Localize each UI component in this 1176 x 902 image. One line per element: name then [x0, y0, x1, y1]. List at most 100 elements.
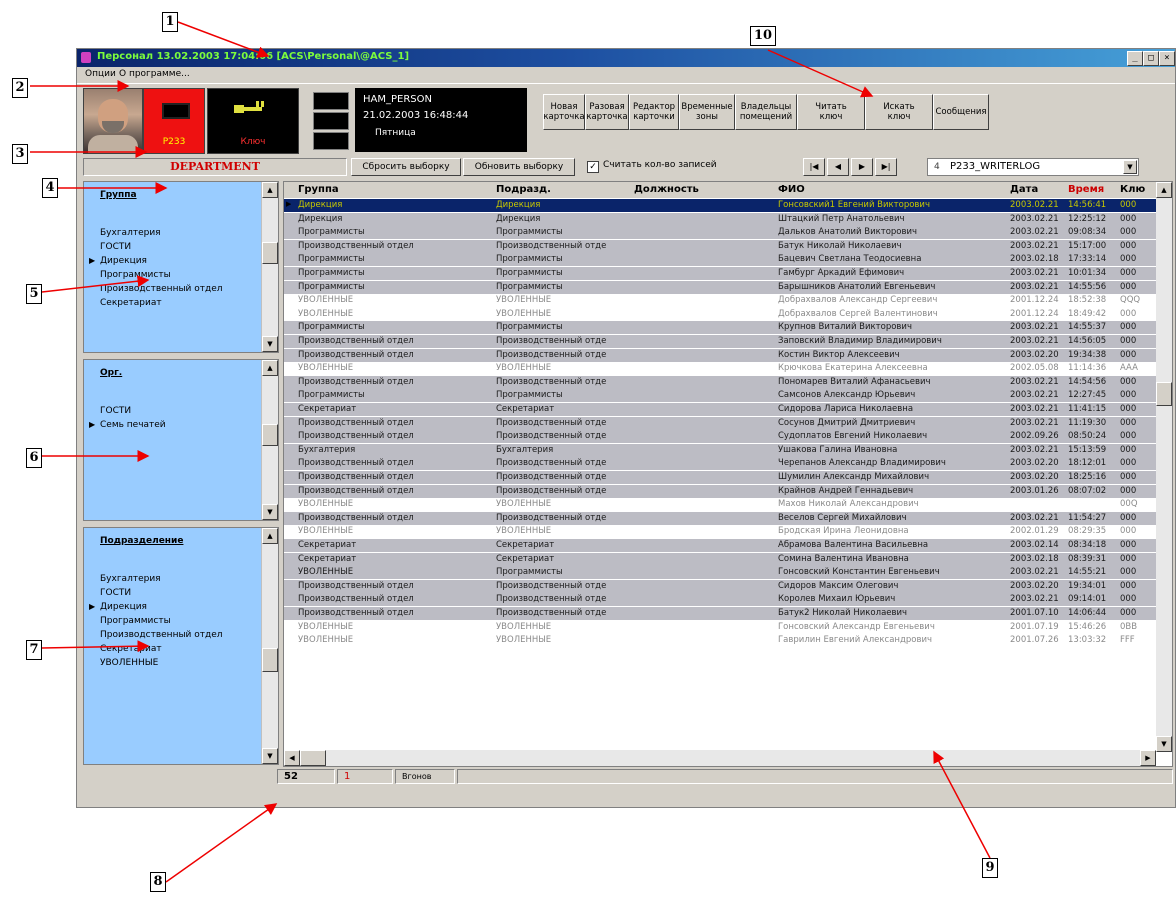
reset-selection-button[interactable]: Сбросить выборку	[351, 158, 461, 176]
room-owners-button[interactable]: Владельцы помещений	[735, 94, 797, 130]
grid-vertical-scrollbar[interactable]: ▲ ▼	[1156, 182, 1172, 752]
column-header-key[interactable]: Клю	[1120, 184, 1145, 195]
key-indicator[interactable]: Ключ	[207, 88, 299, 154]
new-card-button[interactable]: Новая карточка	[543, 94, 585, 130]
first-record-button[interactable]: |◀	[803, 158, 825, 176]
list-item[interactable]: ГОСТИ	[100, 406, 131, 416]
scroll-up-icon[interactable]: ▲	[262, 182, 278, 198]
table-row[interactable]: Производственный отдел Производственный о…	[284, 335, 1156, 348]
table-row[interactable]: Программисты Программисты Дальков Анатолий…	[284, 226, 1156, 240]
panel-scrollbar[interactable]: ▲ ▼	[261, 528, 278, 764]
count-records-checkbox[interactable]: ✓	[587, 161, 599, 173]
table-row[interactable]: Производственный отдел Производственный о…	[284, 484, 1156, 498]
list-item[interactable]: Секретариат	[100, 644, 162, 654]
scroll-thumb[interactable]	[300, 750, 326, 766]
list-item[interactable]: ГОСТИ	[100, 242, 131, 252]
scroll-right-icon[interactable]: ▶	[1140, 750, 1156, 766]
scroll-thumb[interactable]	[262, 242, 278, 264]
list-item[interactable]: Бухгалтерия	[100, 228, 161, 238]
group-filter-panel[interactable]: Группа Бухгалтерия ГОСТИ ▶ Дирекция Прог…	[83, 181, 279, 353]
next-record-button[interactable]: ▶	[851, 158, 873, 176]
table-row[interactable]: Бухгалтерия Бухгалтерия Ушакова Галина Ива…	[284, 443, 1156, 457]
table-row[interactable]: Производственный отдел Производственный о…	[284, 348, 1156, 362]
column-header-fio[interactable]: ФИО	[778, 184, 805, 195]
table-row[interactable]: УВОЛЕННЫЕ УВОЛЕННЫЕ Добрахвалов Сергей Вал…	[284, 307, 1156, 321]
table-row[interactable]: Производственный отдел Производственный о…	[284, 375, 1156, 389]
scroll-thumb[interactable]	[262, 424, 278, 446]
scroll-down-icon[interactable]: ▼	[262, 336, 278, 352]
scroll-down-icon[interactable]: ▼	[262, 504, 278, 520]
division-panel-header[interactable]: Подразделение	[100, 536, 183, 546]
scroll-thumb[interactable]	[1156, 382, 1172, 406]
table-row[interactable]: УВОЛЕННЫЕ УВОЛЕННЫЕ Гаврилин Евгений Алекс…	[284, 634, 1156, 648]
list-item[interactable]: Производственный отдел	[100, 284, 223, 294]
table-row[interactable]: Программисты Программисты Самсонов Алексан…	[284, 389, 1156, 403]
card-editor-button[interactable]: Редактор карточки	[629, 94, 679, 130]
maximize-button[interactable]: □	[1143, 51, 1159, 66]
table-row[interactable]: Производственный отдел Производственный о…	[284, 471, 1156, 484]
scroll-up-icon[interactable]: ▲	[262, 528, 278, 544]
group-panel-header[interactable]: Группа	[100, 190, 137, 200]
table-row[interactable]: УВОЛЕННЫЕ УВОЛЕННЫЕ Крючкова Екатерина Але…	[284, 362, 1156, 376]
scroll-left-icon[interactable]: ◀	[284, 750, 300, 766]
list-item[interactable]: Дирекция	[100, 602, 147, 612]
list-item[interactable]: Семь печатей	[100, 420, 166, 430]
scroll-up-icon[interactable]: ▲	[1156, 182, 1172, 198]
table-row[interactable]: Секретариат Секретариат Абрамова Валентина…	[284, 539, 1156, 552]
column-header-time[interactable]: Время	[1068, 184, 1104, 195]
scroll-down-icon[interactable]: ▼	[262, 748, 278, 764]
scroll-down-icon[interactable]: ▼	[1156, 736, 1172, 752]
table-row[interactable]: ▶ Дирекция Дирекция Гонсовский1 Евгений Вик…	[284, 199, 1156, 212]
chevron-down-icon[interactable]: ▼	[1123, 160, 1137, 174]
table-row[interactable]: Производственный отдел Производственный о…	[284, 511, 1156, 525]
table-row[interactable]: УВОЛЕННЫЕ УВОЛЕННЫЕ Махов Николай Александ…	[284, 498, 1156, 512]
org-panel-header[interactable]: Орг.	[100, 368, 122, 378]
column-header-position[interactable]: Должность	[634, 184, 699, 195]
column-header-division[interactable]: Подразд.	[496, 184, 551, 195]
list-item[interactable]: Дирекция	[100, 256, 147, 266]
list-item[interactable]: Программисты	[100, 270, 171, 280]
table-row[interactable]: Производственный отдел Производственный о…	[284, 239, 1156, 253]
records-grid[interactable]: Группа Подразд. Должность ФИО Дата Время…	[283, 181, 1173, 767]
table-row[interactable]: Дирекция Дирекция Штацкий Петр Анатольевич…	[284, 212, 1156, 226]
table-row[interactable]: Программисты Программисты Крупнов Виталий …	[284, 321, 1156, 335]
table-row[interactable]: Программисты Программисты Гамбург Аркадий …	[284, 267, 1156, 280]
table-row[interactable]: Секретариат Секретариат Сомина Валентина И…	[284, 552, 1156, 566]
onetime-card-button[interactable]: Разовая карточка	[585, 94, 629, 130]
minimize-button[interactable]: _	[1127, 51, 1143, 66]
column-header-date[interactable]: Дата	[1010, 184, 1038, 195]
list-item[interactable]: Производственный отдел	[100, 630, 223, 640]
title-bar[interactable]: Персонал 13.02.2003 17:04:06 [ACS\Person…	[77, 49, 1175, 67]
grid-horizontal-scrollbar[interactable]: ◀ ▶	[284, 750, 1156, 766]
time-zones-button[interactable]: Временные зоны	[679, 94, 735, 130]
last-record-button[interactable]: ▶|	[875, 158, 897, 176]
table-row[interactable]: Производственный отдел Производственный о…	[284, 416, 1156, 430]
table-row[interactable]: УВОЛЕННЫЕ Программисты Гонсовский Констант…	[284, 566, 1156, 580]
menu-about[interactable]: О программе...	[119, 69, 190, 79]
table-row[interactable]: Производственный отдел Производственный о…	[284, 430, 1156, 444]
menu-options[interactable]: Опции	[85, 69, 116, 79]
table-row[interactable]: УВОЛЕННЫЕ УВОЛЕННЫЕ Гонсовский Александр Е…	[284, 620, 1156, 634]
log-table-select[interactable]: 4 P233_WRITERLOG ▼	[927, 158, 1139, 176]
list-item[interactable]: Бухгалтерия	[100, 574, 161, 584]
scroll-up-icon[interactable]: ▲	[262, 360, 278, 376]
close-button[interactable]: ×	[1159, 51, 1175, 66]
table-row[interactable]: Производственный отдел Производственный о…	[284, 593, 1156, 607]
list-item[interactable]: Программисты	[100, 616, 171, 626]
table-row[interactable]: Производственный отдел Производственный о…	[284, 607, 1156, 620]
table-row[interactable]: УВОЛЕННЫЕ УВОЛЕННЫЕ Бродская Ирина Леонидо…	[284, 525, 1156, 539]
table-row[interactable]: Производственный отдел Производственный о…	[284, 457, 1156, 471]
list-item[interactable]: УВОЛЕННЫЕ	[100, 658, 158, 668]
table-row[interactable]: Производственный отдел Производственный о…	[284, 579, 1156, 593]
read-key-button[interactable]: Читать ключ	[797, 94, 865, 130]
messages-button[interactable]: Сообщения	[933, 94, 989, 130]
card-indicator[interactable]: P233	[143, 88, 205, 154]
column-header-group[interactable]: Группа	[298, 184, 339, 195]
table-row[interactable]: Программисты Программисты Барышников Анато…	[284, 280, 1156, 294]
list-item[interactable]: Секретариат	[100, 298, 162, 308]
prev-record-button[interactable]: ◀	[827, 158, 849, 176]
division-filter-panel[interactable]: Подразделение Бухгалтерия ГОСТИ ▶ Дирекц…	[83, 527, 279, 765]
scroll-thumb[interactable]	[262, 648, 278, 672]
panel-scrollbar[interactable]: ▲ ▼	[261, 182, 278, 352]
table-row[interactable]: УВОЛЕННЫЕ УВОЛЕННЫЕ Добрахвалов Александр …	[284, 294, 1156, 308]
